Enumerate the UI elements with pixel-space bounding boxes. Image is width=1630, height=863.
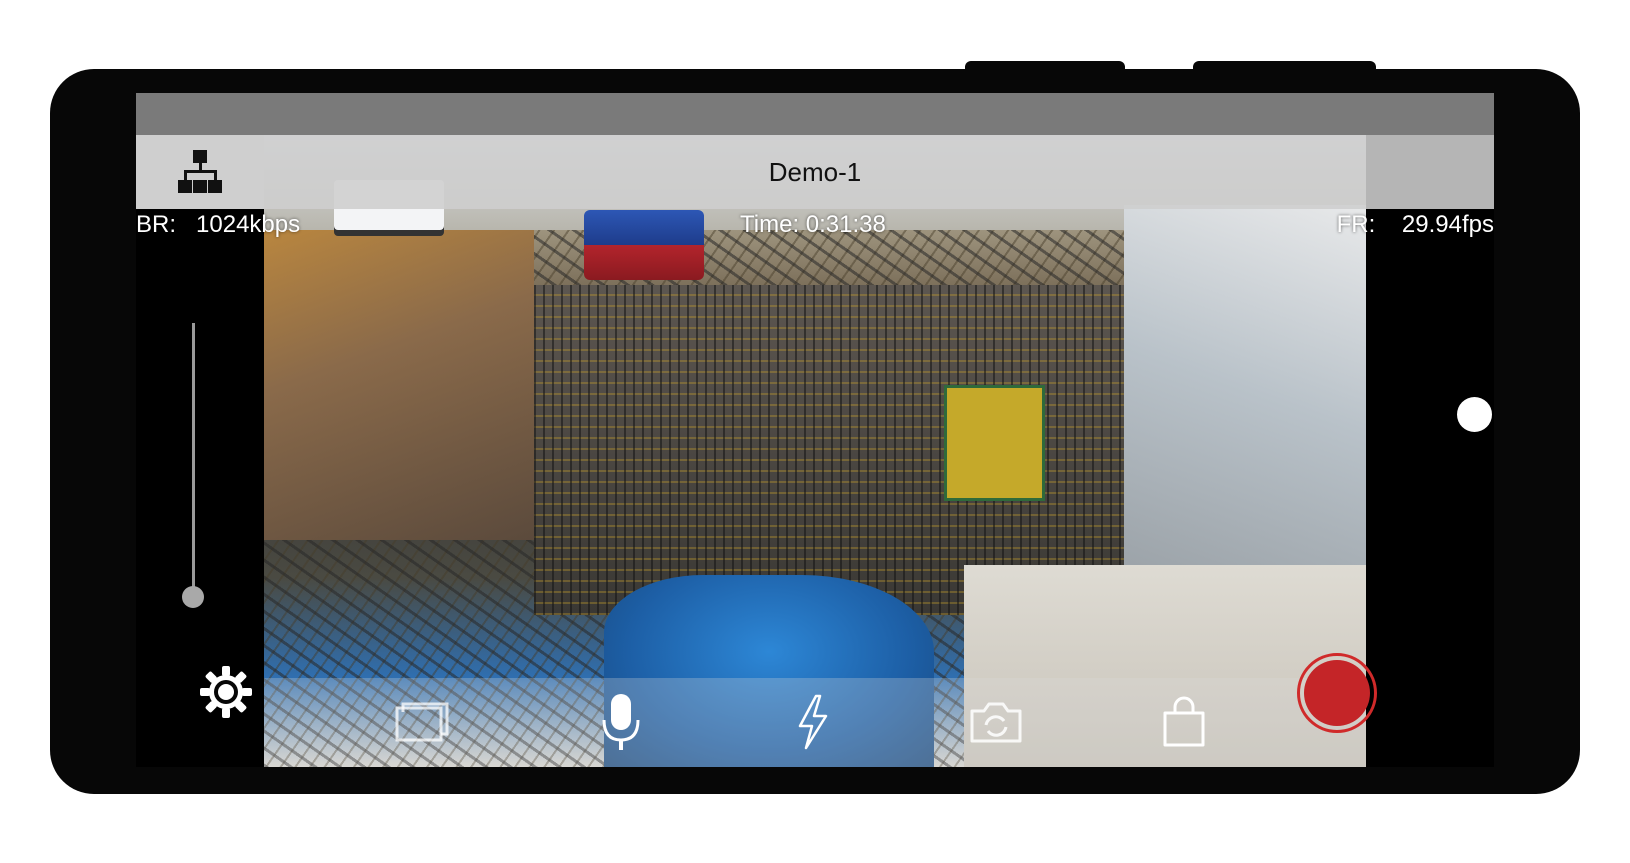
image-icon: [395, 702, 449, 742]
framerate-label: FR:: [1336, 211, 1376, 238]
bitrate-readout: BR: 1024kbps: [136, 211, 300, 239]
flash-icon: [798, 694, 828, 750]
preview-left-area: [264, 230, 534, 540]
microphone-icon: [602, 694, 640, 750]
settings-button[interactable]: [196, 662, 256, 722]
gallery-button[interactable]: [389, 690, 453, 754]
network-icon: [178, 150, 222, 193]
bitrate-value: 1024kbps: [196, 211, 301, 238]
bitrate-label: BR:: [136, 211, 177, 238]
time-label: Time:: [740, 211, 800, 238]
title-bar: Demo-1: [136, 135, 1494, 209]
shopping-bag-icon: [1163, 696, 1205, 747]
time-value: 0:31:38: [805, 211, 886, 238]
framerate-readout: FR: 29.94fps: [1337, 211, 1494, 239]
preview-crane: [584, 210, 704, 280]
gear-icon: [200, 666, 252, 718]
camera-switch-button[interactable]: [964, 690, 1028, 754]
store-button[interactable]: [1152, 690, 1216, 754]
time-readout: Time: 0:31:38: [740, 211, 886, 239]
zoom-slider-track[interactable]: [192, 323, 195, 593]
microphone-button[interactable]: [589, 690, 653, 754]
app-screen: Demo-1 BR: 1024kbps Time: 0:31:38 FR: 29…: [136, 93, 1494, 767]
preview-yellow-shaft: [944, 385, 1045, 501]
record-button[interactable]: [1297, 653, 1377, 733]
device-home-button[interactable]: [1457, 397, 1492, 432]
zoom-slider-thumb[interactable]: [182, 586, 204, 608]
flash-button[interactable]: [780, 690, 844, 754]
record-icon: [1304, 660, 1370, 726]
stream-title: Demo-1: [768, 157, 862, 187]
network-button[interactable]: [136, 135, 264, 209]
bottom-toolbar: [264, 678, 1366, 767]
status-strip: [136, 93, 1494, 135]
camera-switch-icon: [970, 702, 1022, 743]
framerate-value: 29.94fps: [1401, 211, 1494, 238]
